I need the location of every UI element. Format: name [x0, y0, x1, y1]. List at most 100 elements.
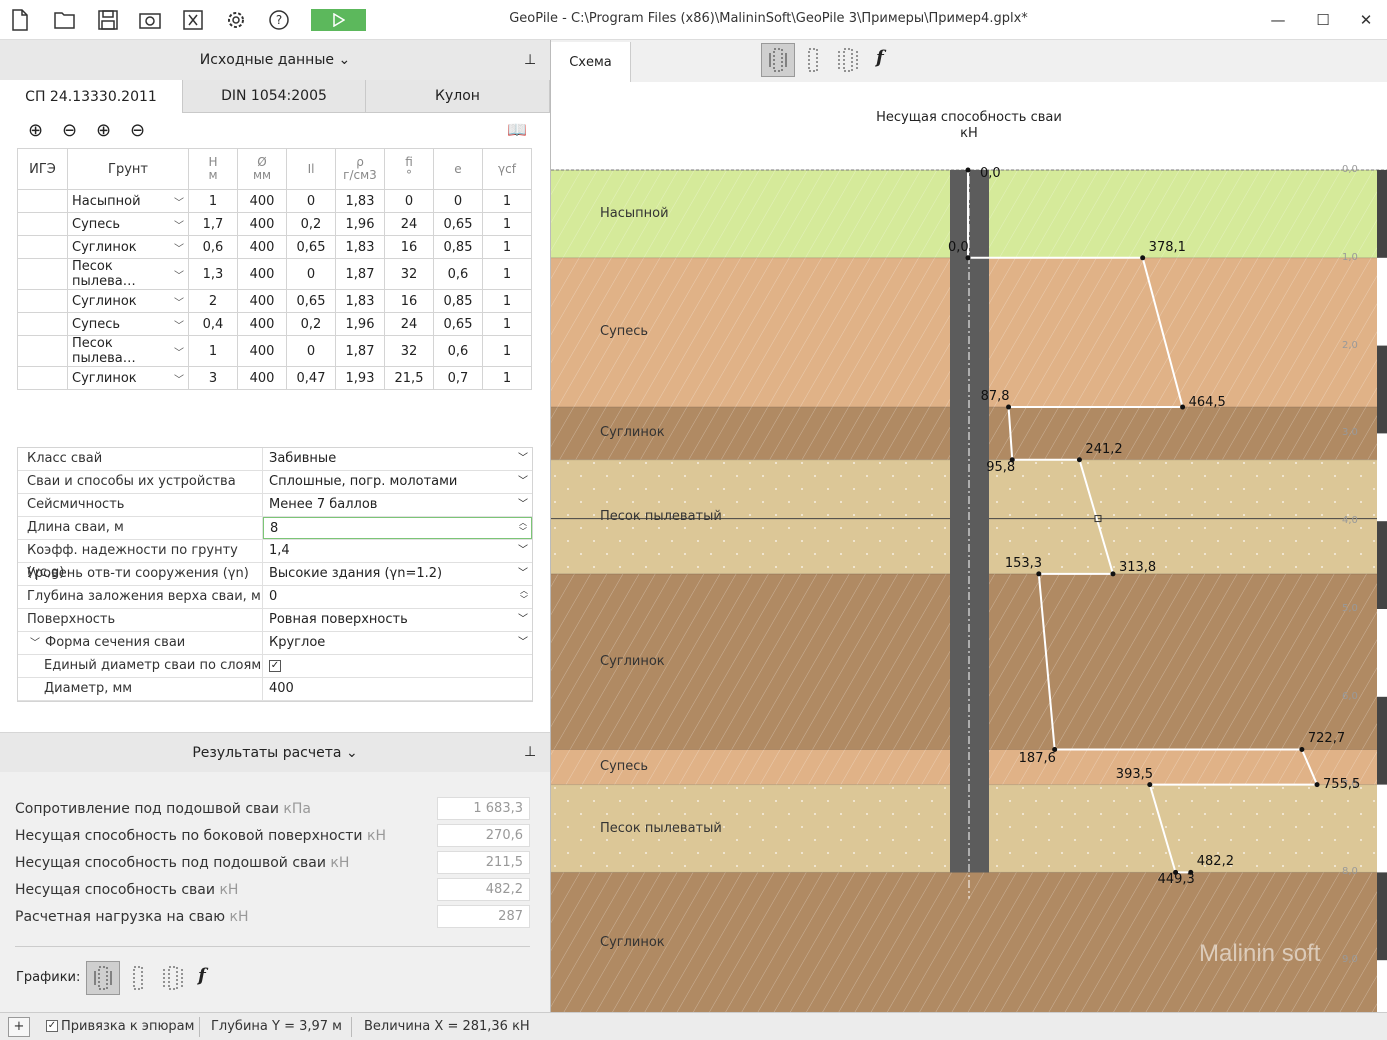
- table-row[interactable]: Насыпной ﹀ 1 400 0 1,83 0 0 1: [17, 189, 532, 213]
- value-cell[interactable]: 24: [384, 212, 434, 236]
- value-cell[interactable]: 16: [384, 235, 434, 259]
- chart-friction-button[interactable]: f: [198, 965, 206, 986]
- maximize-button[interactable]: ☐: [1303, 6, 1343, 34]
- close-button[interactable]: ✕: [1346, 6, 1386, 34]
- value-cell[interactable]: 2: [188, 289, 238, 313]
- value-cell[interactable]: 400: [237, 312, 287, 336]
- value-cell[interactable]: 1,7: [188, 212, 238, 236]
- property-row[interactable]: Единый диаметр сваи по слоям ✓: [18, 655, 532, 678]
- value-cell[interactable]: 0,6: [188, 235, 238, 259]
- checkbox[interactable]: ✓: [269, 660, 281, 672]
- value-cell[interactable]: 400: [237, 258, 287, 290]
- add-button[interactable]: +: [8, 1017, 30, 1037]
- chevron-down-icon[interactable]: ﹀: [518, 540, 528, 562]
- tab-coulomb[interactable]: Кулон: [366, 80, 550, 113]
- value-cell[interactable]: 0,65: [433, 212, 483, 236]
- value-cell[interactable]: 1,83: [335, 235, 385, 259]
- ige-cell[interactable]: [17, 366, 68, 390]
- soil-type-cell[interactable]: Насыпной ﹀: [67, 189, 189, 213]
- chart-tip-button[interactable]: [158, 961, 188, 995]
- chevron-down-icon[interactable]: ﹀: [518, 563, 528, 585]
- value-cell[interactable]: 0,65: [286, 289, 336, 313]
- results-panel-header[interactable]: Результаты расчета ⌄: [0, 732, 550, 772]
- snap-checkbox[interactable]: ✓: [46, 1020, 58, 1032]
- value-cell[interactable]: 1,83: [335, 189, 385, 213]
- property-row[interactable]: Длина сваи, м 8 ︿ ﹀: [18, 517, 532, 540]
- tab-scheme[interactable]: Схема: [551, 42, 631, 82]
- value-cell[interactable]: 0: [384, 189, 434, 213]
- ige-cell[interactable]: [17, 235, 68, 259]
- property-row[interactable]: Поверхность Ровная поверхность ﹀: [18, 609, 532, 632]
- ige-cell[interactable]: [17, 312, 68, 336]
- property-row[interactable]: Диаметр, мм 400: [18, 678, 532, 701]
- ige-cell[interactable]: [17, 335, 68, 367]
- soil-library-icon[interactable]: 📖: [507, 120, 527, 139]
- value-cell[interactable]: 0: [286, 258, 336, 290]
- value-cell[interactable]: 0,7: [433, 366, 483, 390]
- value-cell[interactable]: 0,65: [286, 235, 336, 259]
- scheme-bearing-button[interactable]: [761, 43, 795, 77]
- value-cell[interactable]: 1: [482, 258, 532, 290]
- value-cell[interactable]: 1,83: [335, 289, 385, 313]
- value-cell[interactable]: 24: [384, 312, 434, 336]
- table-row[interactable]: Супесь ﹀ 0,4 400 0,2 1,96 24 0,65 1: [17, 312, 532, 336]
- scheme-friction-button[interactable]: f: [876, 47, 884, 68]
- value-cell[interactable]: 400: [237, 235, 287, 259]
- chevron-down-icon[interactable]: ﹀: [518, 609, 528, 631]
- value-cell[interactable]: 400: [237, 212, 287, 236]
- property-row[interactable]: ﹀ Форма сечения сваи Круглое ﹀: [18, 632, 532, 655]
- value-cell[interactable]: 21,5: [384, 366, 434, 390]
- scheme-side-button[interactable]: [801, 43, 825, 77]
- value-cell[interactable]: 1,87: [335, 335, 385, 367]
- pin-icon[interactable]: ⊥: [524, 744, 536, 760]
- value-cell[interactable]: 0,2: [286, 312, 336, 336]
- soil-type-cell[interactable]: Супесь ﹀: [67, 312, 189, 336]
- input-panel-header[interactable]: Исходные данные ⌄: [0, 40, 550, 80]
- tab-sp24[interactable]: СП 24.13330.2011: [0, 80, 183, 113]
- value-cell[interactable]: 0: [433, 189, 483, 213]
- value-cell[interactable]: 0,65: [433, 312, 483, 336]
- move-up-icon[interactable]: ⊕: [96, 120, 111, 141]
- scheme-canvas[interactable]: Несущая способность сваи кН Насыпной Супе…: [551, 82, 1387, 1012]
- value-cell[interactable]: 0,47: [286, 366, 336, 390]
- table-row[interactable]: Суглинок ﹀ 3 400 0,47 1,93 21,5 0,7 1: [17, 366, 532, 390]
- ige-cell[interactable]: [17, 212, 68, 236]
- value-cell[interactable]: 1: [482, 366, 532, 390]
- scheme-tip-button[interactable]: [833, 43, 863, 77]
- value-cell[interactable]: 1: [482, 289, 532, 313]
- value-cell[interactable]: 1: [188, 189, 238, 213]
- value-cell[interactable]: 1,96: [335, 312, 385, 336]
- table-row[interactable]: Суглинок ﹀ 2 400 0,65 1,83 16 0,85 1: [17, 289, 532, 313]
- chevron-down-icon[interactable]: ﹀: [518, 471, 528, 493]
- value-cell[interactable]: 0: [286, 335, 336, 367]
- pin-icon[interactable]: ⊥: [524, 52, 536, 68]
- property-row[interactable]: Класс свай Забивные ﹀: [18, 448, 532, 471]
- value-cell[interactable]: 400: [237, 189, 287, 213]
- property-row[interactable]: Уровень отв-ти сооружения (γn) Высокие зд…: [18, 563, 532, 586]
- table-row[interactable]: Песок пылева… ﹀ 1 400 0 1,87 32 0,6 1: [17, 335, 532, 367]
- ige-cell[interactable]: [17, 189, 68, 213]
- value-cell[interactable]: 0,6: [433, 335, 483, 367]
- value-cell[interactable]: 400: [237, 366, 287, 390]
- spinner-icon[interactable]: ︿ ﹀: [519, 518, 527, 538]
- minimize-button[interactable]: —: [1258, 6, 1298, 34]
- soil-type-cell[interactable]: Суглинок ﹀: [67, 289, 189, 313]
- value-cell[interactable]: 1: [482, 212, 532, 236]
- remove-row-icon[interactable]: ⊖: [62, 120, 77, 141]
- value-cell[interactable]: 0,85: [433, 289, 483, 313]
- value-cell[interactable]: 16: [384, 289, 434, 313]
- table-row[interactable]: Суглинок ﹀ 0,6 400 0,65 1,83 16 0,85 1: [17, 235, 532, 259]
- spinner-icon[interactable]: ︿ ﹀: [520, 586, 528, 608]
- add-row-icon[interactable]: ⊕: [28, 120, 43, 141]
- property-row[interactable]: Глубина заложения верха сваи, м 0 ︿ ﹀: [18, 586, 532, 609]
- table-row[interactable]: Супесь ﹀ 1,7 400 0,2 1,96 24 0,65 1: [17, 212, 532, 236]
- ige-cell[interactable]: [17, 289, 68, 313]
- move-down-icon[interactable]: ⊖: [130, 120, 145, 141]
- value-cell[interactable]: 0,85: [433, 235, 483, 259]
- soil-type-cell[interactable]: Песок пылева… ﹀: [67, 335, 189, 367]
- value-cell[interactable]: 32: [384, 258, 434, 290]
- value-cell[interactable]: 400: [237, 335, 287, 367]
- value-cell[interactable]: 1: [482, 235, 532, 259]
- table-row[interactable]: Песок пылева… ﹀ 1,3 400 0 1,87 32 0,6 1: [17, 258, 532, 290]
- property-row[interactable]: Сейсмичность Менее 7 баллов ﹀: [18, 494, 532, 517]
